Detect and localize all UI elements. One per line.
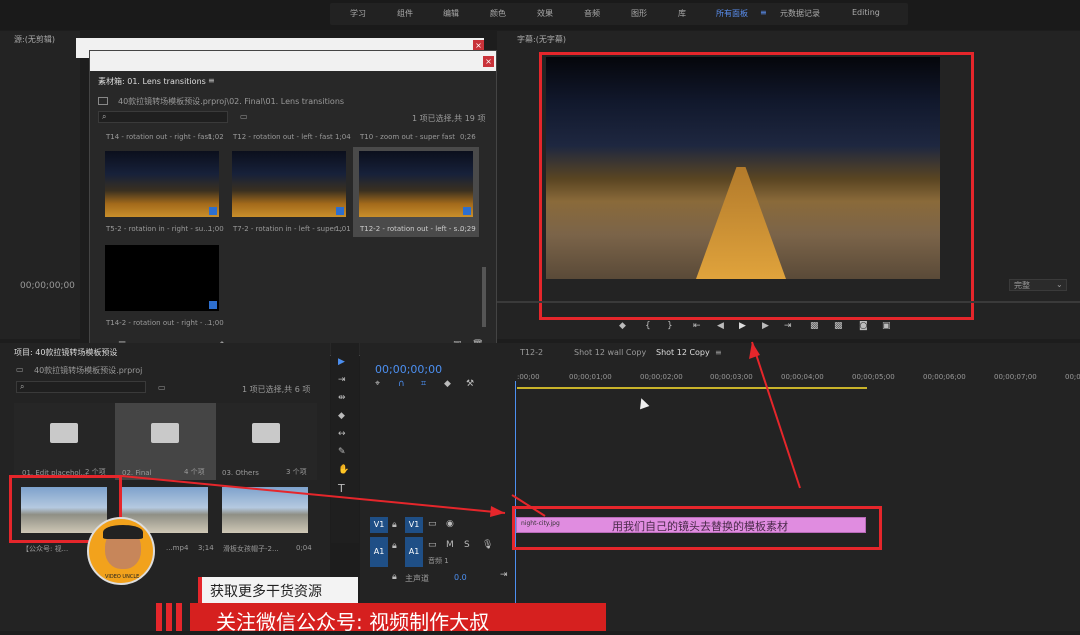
logo-bar [176,603,182,631]
arrow-head [749,342,760,359]
avatar-text: VIDEO UNCLE [105,574,140,580]
arrow-line [751,341,801,489]
logo-bar [166,603,172,631]
banner-bottom: 关注微信公众号: 视频制作大叔 [190,603,606,634]
logo-bar [156,603,162,631]
avatar: VIDEO UNCLE [87,517,155,585]
banner-top: 获取更多干货资源 [198,577,358,603]
banner-text: 获取更多干货资源 [210,584,322,600]
avatar-hair [103,525,143,539]
arrow-line [511,494,546,517]
arrow-head [490,506,505,517]
annotation-arrows [121,341,801,517]
arrow-line [121,475,506,514]
logo-bars [156,603,184,631]
